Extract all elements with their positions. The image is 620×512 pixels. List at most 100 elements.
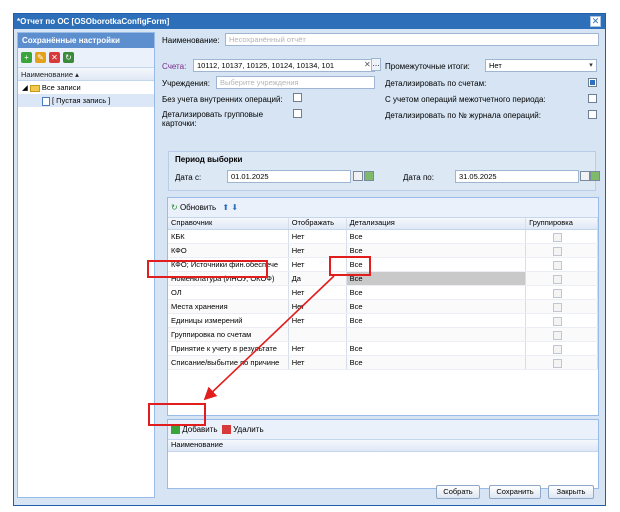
arrow-up-icon[interactable]: ⬆	[222, 203, 229, 212]
grouping-checkbox[interactable]	[553, 330, 563, 340]
table-cell[interactable]	[289, 328, 347, 341]
date-to-input[interactable]: 31.05.2025	[455, 170, 579, 183]
period-fieldset: Период выборки Дата с: 01.01.2025 Дата п…	[168, 151, 600, 191]
grouping-checkbox[interactable]	[553, 358, 563, 368]
table-row[interactable]: Принятие к учету в результате Нет Все	[168, 342, 599, 356]
detail-group-checkbox[interactable]	[293, 109, 302, 118]
accounts-input[interactable]: 10112, 10137, 10125, 10124, 10134, 101	[193, 59, 375, 72]
grouping-cell	[526, 258, 599, 271]
refresh-button[interactable]: Обновить	[180, 203, 216, 212]
refresh-icon[interactable]: ↻	[171, 203, 178, 212]
build-button[interactable]: Собрать	[436, 485, 480, 499]
saved-settings-column-header[interactable]: Наименование ▴	[18, 68, 154, 81]
delete-button[interactable]: Удалить	[233, 425, 264, 434]
refresh-date-icon[interactable]	[364, 171, 374, 181]
detail-journal-label: Детализировать по № журнала операций:	[385, 111, 541, 120]
name-label: Наименование:	[162, 36, 220, 45]
table-cell[interactable]: КБК	[168, 230, 289, 243]
column-header[interactable]: Справочник	[168, 218, 289, 229]
ellipsis-button[interactable]: …	[371, 58, 381, 71]
chevron-down-icon[interactable]: ▾	[586, 60, 596, 71]
table-cell[interactable]: Все	[347, 230, 527, 243]
grid-header: Справочник Отображать Детализация Группи…	[168, 218, 599, 230]
grouping-cell	[526, 356, 599, 369]
grouping-checkbox[interactable]	[553, 316, 563, 326]
column-header[interactable]: Отображать	[289, 218, 347, 229]
grouping-cell	[526, 286, 599, 299]
highlight-nomenclature	[147, 260, 268, 278]
table-cell[interactable]: ОЛ	[168, 286, 289, 299]
table-row[interactable]: КФО Нет Все	[168, 244, 599, 258]
add-icon[interactable]	[171, 425, 180, 435]
save-button[interactable]: Сохранить	[489, 485, 541, 499]
add-icon[interactable]: +	[21, 52, 32, 63]
tree-item-all[interactable]: ◢ Все записи	[18, 81, 154, 94]
grouping-checkbox[interactable]	[553, 232, 563, 242]
period-title: Период выборки	[175, 155, 243, 164]
grouping-checkbox[interactable]	[553, 274, 563, 284]
name-input[interactable]: Несохранённый отчёт	[225, 33, 599, 46]
saved-settings-header: Сохранённые настройки	[18, 33, 154, 48]
add-button[interactable]: Добавить	[182, 425, 217, 434]
table-cell[interactable]: Принятие к учету в результате	[168, 342, 289, 355]
table-cell[interactable]: Нет	[289, 314, 347, 327]
calendar-icon[interactable]	[353, 171, 363, 181]
table-cell[interactable]: Нет	[289, 342, 347, 355]
document-icon	[42, 96, 50, 106]
delete-icon[interactable]: ✕	[49, 52, 60, 63]
edit-icon[interactable]: ✎	[35, 52, 46, 63]
table-cell[interactable]: Все	[347, 286, 527, 299]
table-cell[interactable]: Группировка по счетам	[168, 328, 289, 341]
table-row[interactable]: КБК Нет Все	[168, 230, 599, 244]
table-row[interactable]: ОЛ Нет Все	[168, 286, 599, 300]
table-row[interactable]: Места хранения Нет Все	[168, 300, 599, 314]
table-cell[interactable]: Списание/выбытие по причине	[168, 356, 289, 369]
detail-accounts-checkbox[interactable]	[588, 78, 597, 87]
subtotals-select[interactable]: Нет ▾	[485, 59, 597, 72]
refresh-date-icon[interactable]	[590, 171, 600, 181]
table-row[interactable]: Списание/выбытие по причине Нет Все	[168, 356, 599, 370]
grouping-checkbox[interactable]	[553, 288, 563, 298]
table-cell[interactable]: Места хранения	[168, 300, 289, 313]
table-row[interactable]: Единицы измерений Нет Все	[168, 314, 599, 328]
grouping-checkbox[interactable]	[553, 344, 563, 354]
date-from-input[interactable]: 01.01.2025	[227, 170, 351, 183]
table-cell[interactable]: КФО	[168, 244, 289, 257]
institutions-input[interactable]: Выберите учреждения	[216, 76, 375, 89]
clear-icon[interactable]: ✕	[364, 60, 371, 69]
tree-item-empty[interactable]: [ Пустая запись ]	[18, 94, 154, 107]
expand-icon[interactable]: ◢	[22, 83, 28, 92]
bottom-grid-header[interactable]: Наименование	[168, 440, 598, 452]
table-row[interactable]: Группировка по счетам	[168, 328, 599, 342]
table-cell[interactable]: Нет	[289, 230, 347, 243]
table-cell[interactable]: Все	[347, 300, 527, 313]
grouping-cell	[526, 314, 599, 327]
grouping-checkbox[interactable]	[553, 260, 563, 270]
window-title: *Отчет по ОС [OSOborotkaConfigForm]	[14, 14, 605, 29]
table-cell[interactable]: Нет	[289, 356, 347, 369]
close-button[interactable]: Закрыть	[548, 485, 594, 499]
table-cell[interactable]: Нет	[289, 300, 347, 313]
arrow-down-icon[interactable]: ⬇	[231, 203, 238, 212]
inter-period-checkbox[interactable]	[588, 94, 597, 103]
table-cell[interactable]: Все	[347, 244, 527, 257]
column-header[interactable]: Детализация	[347, 218, 527, 229]
grouping-cell	[526, 244, 599, 257]
grouping-checkbox[interactable]	[553, 302, 563, 312]
no-internal-checkbox[interactable]	[293, 93, 302, 102]
table-cell[interactable]: Нет	[289, 286, 347, 299]
refresh-icon[interactable]: ↻	[63, 52, 74, 63]
close-icon[interactable]: ✕	[590, 16, 601, 27]
table-cell[interactable]: Все	[347, 356, 527, 369]
table-cell[interactable]: Все	[347, 342, 527, 355]
table-cell[interactable]: Все	[347, 314, 527, 327]
table-cell[interactable]	[347, 328, 527, 341]
table-cell[interactable]: Все	[346, 272, 527, 285]
column-header[interactable]: Группировка	[526, 218, 599, 229]
detail-journal-checkbox[interactable]	[588, 110, 597, 119]
grouping-checkbox[interactable]	[553, 246, 563, 256]
calendar-icon[interactable]	[580, 171, 590, 181]
delete-icon[interactable]	[221, 425, 231, 435]
table-cell[interactable]: Все	[347, 258, 527, 271]
table-cell[interactable]: Единицы измерений	[168, 314, 289, 327]
